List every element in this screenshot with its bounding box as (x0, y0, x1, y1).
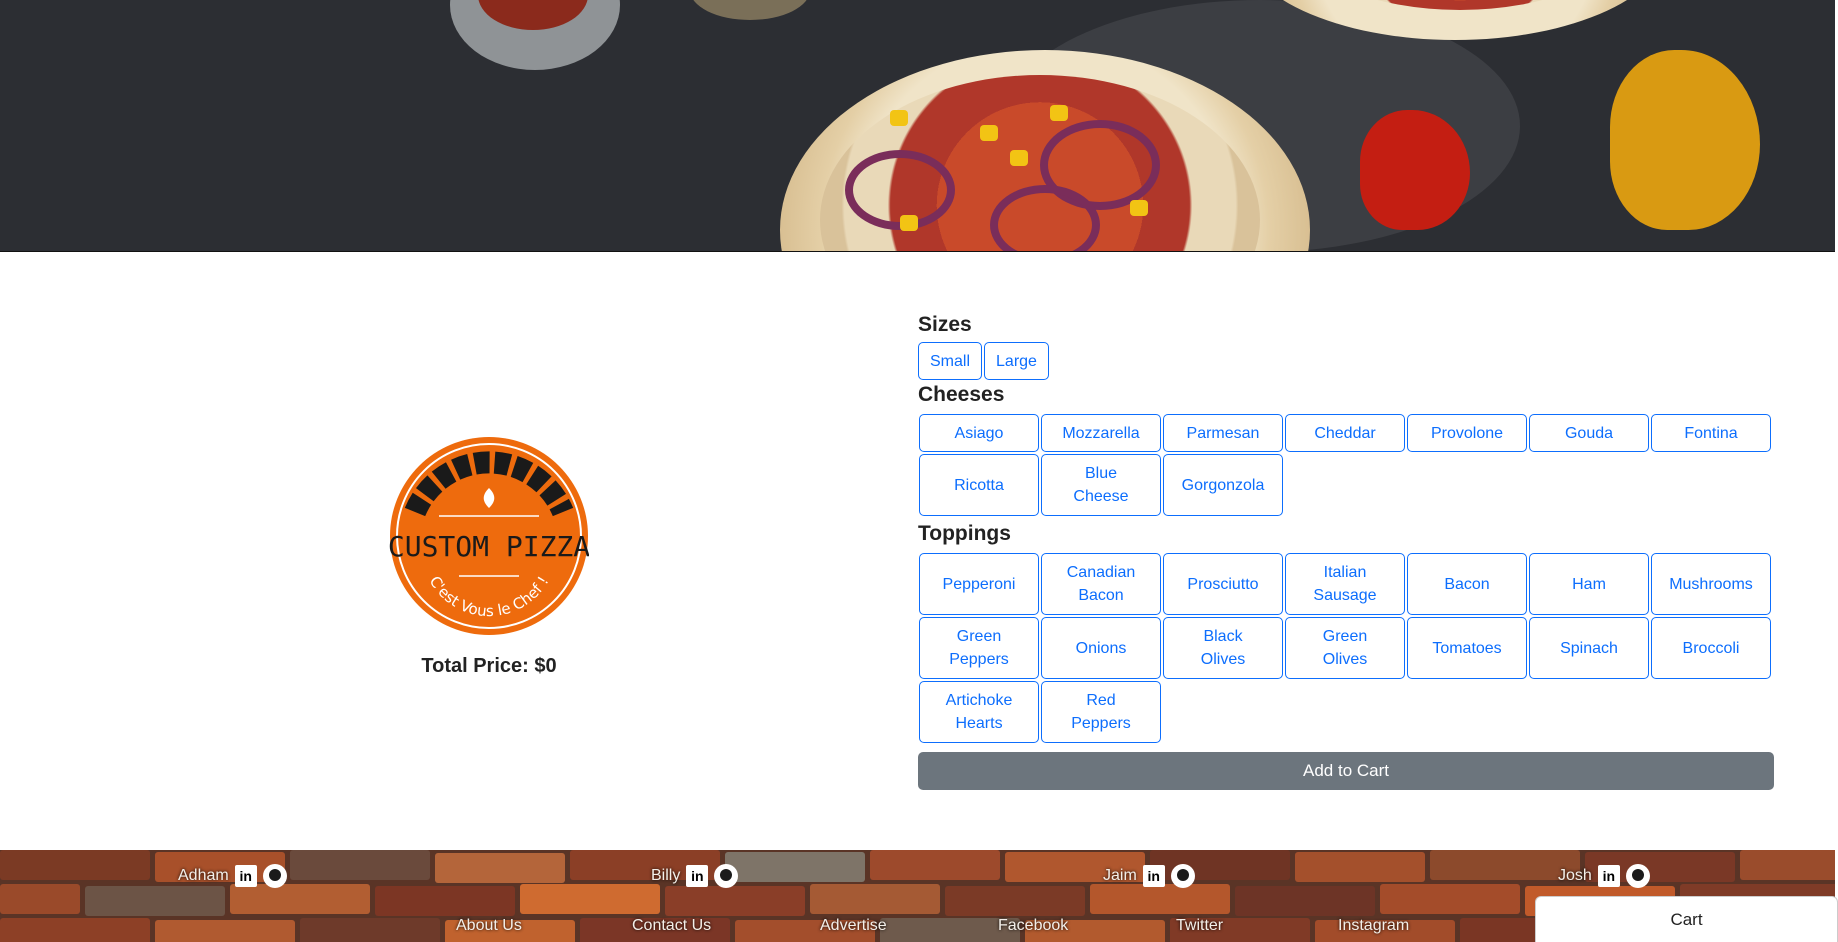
topping-options: Pepperoni Canadian Bacon Prosciutto Ital… (919, 553, 1776, 743)
linkedin-icon[interactable]: in (1597, 865, 1620, 887)
github-icon[interactable] (1625, 864, 1650, 888)
cart-tab[interactable]: Cart (1535, 896, 1838, 942)
footer-link-twitter[interactable]: Twitter (1176, 917, 1223, 935)
footer-link-instagram[interactable]: Instagram (1338, 917, 1409, 935)
topping-button[interactable]: Canadian Bacon (1041, 553, 1161, 615)
topping-button[interactable]: Artichoke Hearts (919, 681, 1039, 743)
topping-button[interactable]: Spinach (1529, 617, 1649, 679)
linkedin-icon[interactable]: in (1142, 865, 1165, 887)
size-button-small[interactable]: Small (918, 342, 983, 380)
github-icon[interactable] (262, 864, 287, 888)
topping-button[interactable]: Onions (1041, 617, 1161, 679)
custom-pizza-logo: CUSTOM PIZZA C'est Vous le Chef ! (388, 436, 590, 636)
toppings-heading: Toppings (918, 522, 1011, 545)
cheese-button[interactable]: Mozzarella (1041, 414, 1161, 452)
developer-adham: Adham in (178, 864, 287, 888)
topping-button[interactable]: Italian Sausage (1285, 553, 1405, 615)
linkedin-icon[interactable]: in (234, 865, 257, 887)
options-panel: Sizes Small Large Cheeses Asiago Mozzare… (918, 313, 1776, 790)
pizza-builder: CUSTOM PIZZA C'est Vous le Chef ! Total … (0, 253, 1838, 850)
footer-link-contact-us[interactable]: Contact Us (632, 917, 711, 935)
developer-jaim: Jaim in (1103, 864, 1195, 888)
topping-button[interactable]: Red Peppers (1041, 681, 1161, 743)
developer-josh: Josh in (1558, 864, 1650, 888)
topping-button[interactable]: Green Peppers (919, 617, 1039, 679)
size-button-large[interactable]: Large (984, 342, 1049, 380)
developer-name: Josh (1558, 867, 1592, 884)
topping-button[interactable]: Pepperoni (919, 553, 1039, 615)
cheese-button[interactable]: Gouda (1529, 414, 1649, 452)
cheese-button[interactable]: Ricotta (919, 454, 1039, 516)
size-options: Small Large (918, 342, 1776, 380)
footer-link-facebook[interactable]: Facebook (998, 917, 1068, 935)
footer-link-about-us[interactable]: About Us (456, 917, 522, 935)
developer-name: Adham (178, 867, 229, 884)
developer-name: Jaim (1103, 867, 1137, 884)
topping-button[interactable]: Mushrooms (1651, 553, 1771, 615)
github-icon[interactable] (1170, 864, 1195, 888)
cheese-button[interactable]: Cheddar (1285, 414, 1405, 452)
github-icon[interactable] (714, 864, 739, 888)
cheese-button[interactable]: Blue Cheese (1041, 454, 1161, 516)
developer-name: Billy (651, 867, 681, 884)
linkedin-icon[interactable]: in (686, 865, 709, 887)
cheese-button[interactable]: Provolone (1407, 414, 1527, 452)
topping-button[interactable]: Ham (1529, 553, 1649, 615)
topping-button[interactable]: Prosciutto (1163, 553, 1283, 615)
footer-link-advertise[interactable]: Advertise (820, 917, 887, 935)
pizza-logo-icon: CUSTOM PIZZA C'est Vous le Chef ! (388, 437, 590, 635)
topping-button[interactable]: Tomatoes (1407, 617, 1527, 679)
logo-title-text: CUSTOM PIZZA (389, 530, 589, 563)
sizes-heading: Sizes (918, 313, 972, 336)
cheese-button[interactable]: Fontina (1651, 414, 1771, 452)
total-price: Total Price: $0 (421, 655, 557, 677)
topping-button[interactable]: Broccoli (1651, 617, 1771, 679)
topping-button[interactable]: Green Olives (1285, 617, 1405, 679)
cheese-button[interactable]: Asiago (919, 414, 1039, 452)
topping-button[interactable]: Black Olives (1163, 617, 1283, 679)
hero-banner-image (0, 0, 1835, 252)
cheeses-heading: Cheeses (918, 383, 1005, 406)
developer-billy: Billy in (651, 864, 739, 888)
cheese-options: Asiago Mozzarella Parmesan Cheddar Provo… (919, 414, 1776, 516)
topping-button[interactable]: Bacon (1407, 553, 1527, 615)
cheese-button[interactable]: Parmesan (1163, 414, 1283, 452)
add-to-cart-button[interactable]: Add to Cart (918, 752, 1774, 790)
cheese-button[interactable]: Gorgonzola (1163, 454, 1283, 516)
